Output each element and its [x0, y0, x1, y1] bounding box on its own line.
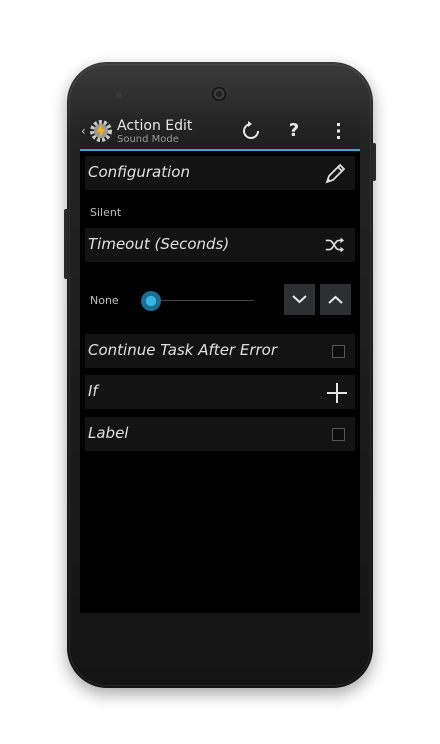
screen: ‹ Action Edit Sound Mode ? Configuration…: [80, 113, 360, 613]
shuffle-icon[interactable]: [323, 234, 347, 256]
timeout-label: Timeout (Seconds): [88, 235, 230, 253]
chevron-left-icon[interactable]: ‹: [81, 124, 86, 138]
proximity-sensor: [116, 92, 122, 98]
none-label: None: [90, 294, 119, 307]
timeout-slider-track: [150, 300, 254, 301]
label-checkbox[interactable]: [332, 428, 345, 441]
configuration-label: Configuration: [88, 163, 190, 181]
overflow-menu-icon[interactable]: [328, 120, 350, 142]
help-button[interactable]: ?: [283, 120, 305, 142]
action-bar-title: Action Edit: [117, 118, 193, 134]
configuration-row[interactable]: Configuration: [85, 156, 355, 190]
action-bar: ‹ Action Edit Sound Mode ?: [80, 113, 360, 151]
continue-task-row[interactable]: Continue Task After Error: [85, 334, 355, 368]
chevron-down-icon: [292, 295, 307, 304]
front-camera: [212, 87, 226, 101]
tasker-gear-icon[interactable]: [89, 119, 113, 143]
power-button: [372, 143, 376, 181]
silent-label: Silent: [90, 206, 122, 219]
pencil-icon[interactable]: [323, 162, 347, 186]
chevron-up-icon: [328, 295, 343, 304]
continue-task-label: Continue Task After Error: [88, 341, 278, 359]
volume-button: [64, 209, 68, 279]
if-row[interactable]: If: [85, 375, 355, 409]
action-bar-subtitle: Sound Mode: [117, 134, 179, 145]
plus-icon[interactable]: [325, 381, 349, 405]
decrease-button[interactable]: [284, 284, 315, 315]
timeout-slider-thumb[interactable]: [141, 291, 161, 311]
label-label: Label: [88, 424, 129, 442]
increase-button[interactable]: [320, 284, 351, 315]
continue-task-checkbox[interactable]: [332, 345, 345, 358]
label-row[interactable]: Label: [85, 417, 355, 451]
if-label: If: [88, 382, 98, 400]
timeout-row[interactable]: Timeout (Seconds): [85, 228, 355, 262]
refresh-icon[interactable]: [240, 120, 262, 142]
